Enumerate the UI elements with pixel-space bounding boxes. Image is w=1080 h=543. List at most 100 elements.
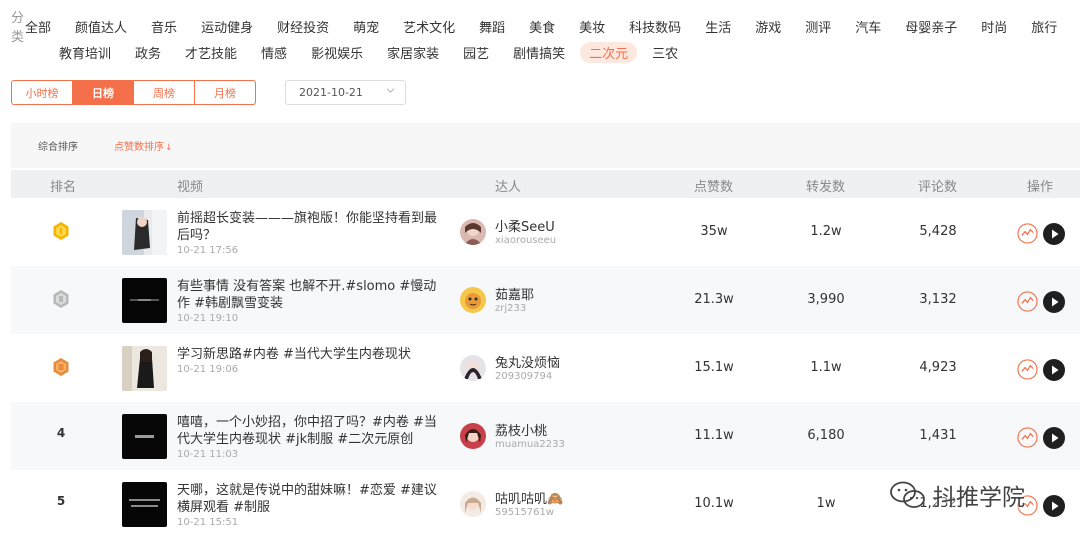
table-row[interactable]: 前摇超长变装———旗袍版！你能坚持看到最后吗？ 10-21 17:56 小柔Se… — [11, 198, 1080, 266]
video-title-text: 学习新思路#内卷 #当代大学生内卷现状 — [177, 347, 411, 362]
play-icon[interactable] — [1043, 427, 1065, 449]
bronze-medal-icon — [53, 358, 69, 376]
category-parenting[interactable]: 母婴亲子 — [904, 17, 958, 36]
shares-count: 6,180 — [807, 428, 845, 443]
table-row[interactable]: 4 嘻嘻，一个小妙招，你中招了吗？#内卷 #当代大学生内卷现状 #jk制服 #二… — [11, 402, 1080, 470]
play-icon[interactable] — [1043, 291, 1065, 313]
category-art-culture[interactable]: 艺术文化 — [402, 17, 456, 36]
play-icon[interactable] — [1043, 359, 1065, 381]
category-government[interactable]: 政务 — [134, 43, 162, 62]
category-education[interactable]: 教育培训 — [58, 43, 112, 62]
category-finance[interactable]: 财经投资 — [276, 17, 330, 36]
video-title[interactable]: 有些事情 没有答案 也解不开.#slomo #慢动作 #韩剧飘雪变装 10-21… — [177, 278, 449, 325]
video-title[interactable]: 嘻嘻，一个小妙招，你中招了吗？#内卷 #当代大学生内卷现状 #jk制服 #二次元… — [177, 414, 449, 461]
tab-daily[interactable]: 日榜 — [72, 80, 134, 105]
tab-hourly[interactable]: 小时榜 — [11, 80, 73, 105]
play-icon[interactable] — [1043, 495, 1065, 517]
shares-count: 1.1w — [810, 360, 842, 375]
category-life[interactable]: 生活 — [704, 17, 732, 36]
video-thumbnail[interactable] — [122, 482, 167, 527]
category-games[interactable]: 游戏 — [754, 17, 782, 36]
trend-chart-icon[interactable] — [1017, 359, 1038, 380]
col-comments[interactable]: 评论数 — [918, 176, 957, 195]
likes-count: 10.1w — [694, 496, 734, 511]
video-title[interactable]: 前摇超长变装———旗袍版！你能坚持看到最后吗？ 10-21 17:56 — [177, 210, 449, 257]
video-title[interactable]: 天哪，这就是传说中的甜妹嘛！#恋爱 #建议横屏观看 #制服 10-21 15:5… — [177, 482, 449, 529]
likes-count: 21.3w — [694, 292, 734, 307]
category-filter: 分类 全部 颜值达人 音乐 运动健身 财经投资 萌宠 艺术文化 舞蹈 美食 美妆… — [11, 11, 1071, 66]
comments-count: 3,132 — [919, 292, 957, 307]
tab-monthly[interactable]: 月榜 — [194, 80, 256, 105]
category-gardening[interactable]: 园艺 — [462, 43, 490, 62]
category-tech[interactable]: 科技数码 — [628, 17, 682, 36]
col-rank: 排名 — [50, 180, 77, 195]
avatar[interactable] — [460, 287, 486, 313]
category-row-1: 分类 全部 颜值达人 音乐 运动健身 财经投资 萌宠 艺术文化 舞蹈 美食 美妆… — [11, 11, 1071, 45]
col-shares[interactable]: 转发数 — [806, 176, 845, 195]
shares-count: 1w — [816, 496, 836, 511]
category-makeup[interactable]: 美妆 — [578, 17, 606, 36]
category-entertainment[interactable]: 影视娱乐 — [310, 43, 364, 62]
category-agriculture[interactable]: 三农 — [651, 43, 679, 62]
category-fashion[interactable]: 时尚 — [980, 17, 1008, 36]
video-thumbnail[interactable] — [122, 414, 167, 459]
date-picker[interactable]: 2021-10-21 — [285, 80, 406, 105]
category-fitness[interactable]: 运动健身 — [200, 17, 254, 36]
trend-chart-icon[interactable] — [1017, 291, 1038, 312]
author-info[interactable]: 兔丸没烦恼 209309794 — [495, 356, 560, 383]
avatar[interactable] — [460, 491, 486, 517]
author-info[interactable]: 小柔SeeU xiaorouseeu — [495, 220, 556, 247]
table-row[interactable]: 有些事情 没有答案 也解不开.#slomo #慢动作 #韩剧飘雪变装 10-21… — [11, 266, 1080, 334]
author-name: 小柔SeeU — [495, 220, 555, 235]
trend-chart-icon[interactable] — [1017, 427, 1038, 448]
shares-count: 1.2w — [810, 224, 842, 239]
category-home[interactable]: 家居家装 — [386, 43, 440, 62]
table-header: 排名 视频 达人 点赞数 转发数 评论数 操作 — [11, 170, 1080, 198]
watermark-text: 抖推学院 — [933, 485, 1025, 511]
table-row[interactable]: 学习新思路#内卷 #当代大学生内卷现状 10-21 19:06 兔丸没烦恼 20… — [11, 334, 1080, 402]
gold-medal-icon — [53, 222, 69, 240]
avatar[interactable] — [460, 423, 486, 449]
wechat-icon — [890, 481, 925, 508]
author-name: 荔枝小桃 — [495, 424, 548, 439]
category-music[interactable]: 音乐 — [150, 17, 178, 36]
author-info[interactable]: 咕叽咕叽🙈 59515761w — [495, 492, 563, 519]
category-comedy[interactable]: 剧情搞笑 — [512, 43, 566, 62]
video-thumbnail[interactable] — [122, 346, 167, 391]
sort-by-likes[interactable]: 点赞数排序↓ — [114, 138, 173, 153]
col-author: 达人 — [495, 180, 522, 195]
tab-weekly[interactable]: 周榜 — [133, 80, 195, 105]
author-info[interactable]: 荔枝小桃 muamua2233 — [495, 424, 565, 451]
video-time: 10-21 19:10 — [177, 313, 239, 324]
video-thumbnail[interactable] — [122, 210, 167, 255]
category-reviews[interactable]: 测评 — [804, 17, 832, 36]
likes-count: 15.1w — [694, 360, 734, 375]
avatar[interactable] — [460, 355, 486, 381]
category-anime[interactable]: 二次元 — [580, 41, 638, 63]
author-info[interactable]: 茹嘉耶 zrj233 — [495, 288, 534, 315]
video-time: 10-21 11:03 — [177, 449, 239, 460]
trend-chart-icon[interactable] — [1017, 223, 1038, 244]
category-food[interactable]: 美食 — [528, 17, 556, 36]
sort-default[interactable]: 综合排序 — [38, 138, 78, 153]
author-id: xiaorouseeu — [495, 235, 557, 246]
video-title[interactable]: 学习新思路#内卷 #当代大学生内卷现状 10-21 19:06 — [177, 346, 449, 376]
avatar[interactable] — [460, 219, 486, 245]
category-pets[interactable]: 萌宠 — [352, 17, 380, 36]
category-emotion[interactable]: 情感 — [260, 43, 288, 62]
col-likes[interactable]: 点赞数 — [694, 176, 733, 195]
category-cars[interactable]: 汽车 — [854, 17, 882, 36]
video-thumbnail[interactable] — [122, 278, 167, 323]
category-travel[interactable]: 旅行 — [1030, 17, 1058, 36]
author-name: 兔丸没烦恼 — [495, 356, 561, 371]
likes-count: 35w — [700, 224, 728, 239]
category-row-2: 教育培训 政务 才艺技能 情感 影视娱乐 家居家装 园艺 剧情搞笑 二次元 三农 — [11, 40, 1071, 64]
comments-count: 4,923 — [919, 360, 957, 375]
category-dance[interactable]: 舞蹈 — [478, 17, 506, 36]
category-all[interactable]: 全部 — [24, 17, 52, 36]
play-icon[interactable] — [1043, 223, 1065, 245]
category-beauty-talent[interactable]: 颜值达人 — [74, 17, 128, 36]
shares-count: 3,990 — [807, 292, 845, 307]
category-skills[interactable]: 才艺技能 — [184, 43, 238, 62]
author-name: 咕叽咕叽🙈 — [495, 492, 564, 507]
